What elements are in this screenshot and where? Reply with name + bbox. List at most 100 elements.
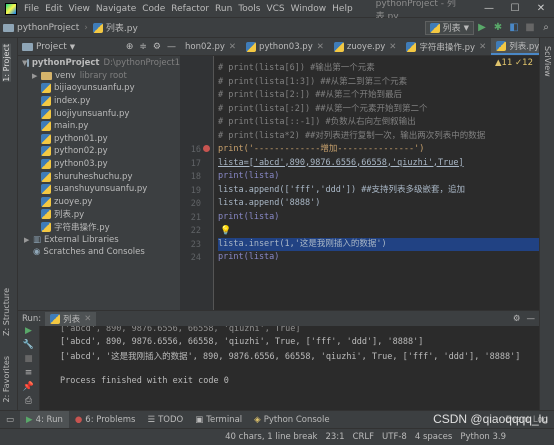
menu-tools[interactable]: Tools <box>235 4 263 14</box>
gear-icon[interactable]: ⚙ <box>153 42 161 52</box>
chevron-down-icon[interactable]: ▼ <box>70 43 75 51</box>
pin-icon[interactable]: 📌 <box>18 382 39 396</box>
tree-item-file[interactable]: python02.py <box>22 145 180 158</box>
console-output[interactable]: ['abcd', 890, 9876.6556, 66558, 'qiuzhi'… <box>42 326 539 410</box>
project-tool-tab[interactable]: 1: Project <box>2 44 11 82</box>
run-icon[interactable]: ▶ <box>474 22 490 33</box>
line-number: 20 <box>190 199 201 209</box>
tree-root[interactable]: ▼ pythonProject D:\pythonProject1 <box>22 57 180 70</box>
console-line: ['abcd', '这是我刚插入的数据', 890, 9876.6556, 66… <box>60 352 521 362</box>
terminal-icon: ▣ <box>195 414 204 425</box>
tab-python-console[interactable]: ◈ Python Console <box>248 415 335 425</box>
tree-item-file[interactable]: suanshuyunsuanfu.py <box>22 183 180 196</box>
code-line: lista.insert(1,'这是我刚插入的数据') <box>218 237 539 251</box>
menu-window[interactable]: Window <box>288 4 330 14</box>
tree-item-label: shuruheshuchu.py <box>54 171 133 182</box>
code-editor[interactable]: ▲11 ✓12 # print(lista[6]) #输出第一个元素 # pri… <box>214 56 539 310</box>
run-panel: Run: 列表 ✕ ⚙ — ▶ 🔧 ■ ≡ 📌 ⎙ ['abcd', 890, 9… <box>18 310 539 411</box>
tab-python02[interactable]: hon02.py ✕ <box>180 38 241 55</box>
menu-view[interactable]: View <box>66 4 93 14</box>
breadcrumb-file[interactable]: 列表.py <box>90 21 141 34</box>
line-number: 19 <box>190 185 201 196</box>
close-icon[interactable]: ✕ <box>84 314 91 324</box>
lightbulb-icon[interactable]: 💡 <box>220 226 231 236</box>
menu-file[interactable]: File <box>21 4 42 14</box>
tab-python03[interactable]: python03.py ✕ <box>241 38 329 55</box>
wrench-icon[interactable]: 🔧 <box>18 340 39 354</box>
menu-navigate[interactable]: Navigate <box>93 4 139 14</box>
coverage-icon[interactable]: ◧ <box>506 22 522 33</box>
tree-item-file[interactable]: index.py <box>22 95 180 108</box>
menu-run[interactable]: Run <box>212 4 235 14</box>
tree-item-file[interactable]: main.py <box>22 120 180 133</box>
tree-item-external-libraries[interactable]: ▶ ▥ External Libraries <box>22 233 180 246</box>
run-configuration-select[interactable]: 列表 ▼ <box>424 20 474 35</box>
menu-refactor[interactable]: Refactor <box>168 4 212 14</box>
tree-item-label: bijiaoyunsuanfu.py <box>54 83 135 94</box>
close-icon[interactable]: ✕ <box>389 42 396 52</box>
status-line-separator[interactable]: CRLF <box>349 432 378 442</box>
status-caret-position[interactable]: 23:1 <box>321 432 348 442</box>
watermark: CSDN @qiaoqqqq_lu <box>433 412 548 426</box>
tab-todo[interactable]: ☰ TODO <box>141 415 189 425</box>
tree-item-file[interactable]: bijiaoyunsuanfu.py <box>22 82 180 95</box>
breakpoint-icon[interactable] <box>203 145 210 152</box>
close-icon[interactable]: ✕ <box>229 42 236 52</box>
tree-item-file[interactable]: 列表.py <box>22 208 180 221</box>
search-icon[interactable]: ⌕ <box>538 22 554 33</box>
stop-icon[interactable]: ■ <box>522 22 538 33</box>
tree-item-scratches[interactable]: ◉ Scratches and Consoles <box>22 246 180 259</box>
tree-item-file[interactable]: 字符串操作.py <box>22 221 180 234</box>
menu-vcs[interactable]: VCS <box>263 4 287 14</box>
close-icon[interactable]: ✕ <box>479 42 486 52</box>
status-interpreter[interactable]: Python 3.9 <box>456 432 510 442</box>
code-line: lista.append(['fff','ddd']) ##支持列表多级嵌套，追… <box>218 184 466 195</box>
print-icon[interactable]: ⎙ <box>18 396 39 410</box>
tab-string-ops[interactable]: 字符串操作.py ✕ <box>401 38 491 55</box>
square-icon[interactable]: ▭ <box>0 415 20 425</box>
sciview-tool-tab[interactable]: SciView <box>543 46 552 77</box>
gear-icon[interactable]: ⚙ <box>513 314 521 324</box>
tree-item-file[interactable]: luojiyunsuanfu.py <box>22 107 180 120</box>
tab-problems[interactable]: ● 6: Problems <box>69 415 142 425</box>
tree-item-file[interactable]: shuruheshuchu.py <box>22 170 180 183</box>
tree-item-file[interactable]: python03.py <box>22 158 180 171</box>
python-file-icon <box>429 22 440 33</box>
minimize-button[interactable]: — <box>476 3 502 14</box>
python-file-icon <box>41 209 51 220</box>
line-number: 16 <box>190 145 201 155</box>
tree-item-venv[interactable]: ▶ venv library root <box>22 70 180 83</box>
collapse-icon[interactable]: ≑ <box>139 42 147 52</box>
close-icon[interactable]: ✕ <box>317 42 324 52</box>
python-file-icon <box>41 121 51 132</box>
menu-code[interactable]: Code <box>139 4 168 14</box>
close-window-button[interactable]: ✕ <box>528 3 554 14</box>
tree-item-file[interactable]: zuoye.py <box>22 196 180 209</box>
hide-icon[interactable]: — <box>167 42 176 52</box>
breadcrumb-project[interactable]: pythonProject <box>0 23 82 33</box>
code-line: # print(lista[:2]) ##从第一个元素开始到第二个 <box>218 103 428 114</box>
locate-icon[interactable]: ⊕ <box>126 42 134 52</box>
tab-terminal[interactable]: ▣ Terminal <box>189 415 248 425</box>
structure-tool-tab[interactable]: Z: Structure <box>2 288 11 336</box>
maximize-button[interactable]: ☐ <box>502 3 528 14</box>
stop-icon[interactable]: ■ <box>18 354 39 368</box>
menu-edit[interactable]: Edit <box>42 4 65 14</box>
tab-label: python03.py <box>259 41 313 52</box>
menu-help[interactable]: Help <box>329 4 356 14</box>
status-encoding[interactable]: UTF-8 <box>378 432 411 442</box>
debug-icon[interactable]: ✱ <box>490 22 506 33</box>
run-tab[interactable]: 列表 ✕ <box>45 311 97 326</box>
status-indent[interactable]: 4 spaces <box>411 432 456 442</box>
tab-list[interactable]: 列表.py✕ <box>491 38 539 55</box>
line-number: 24 <box>190 253 201 263</box>
layout-icon[interactable]: ≡ <box>18 368 39 382</box>
tab-zuoye[interactable]: zuoye.py ✕ <box>329 38 402 55</box>
tab-run[interactable]: ▶ 4: Run <box>20 410 69 429</box>
favorites-tool-tab[interactable]: 2: Favorites <box>2 356 11 402</box>
rerun-icon[interactable]: ▶ <box>18 326 39 340</box>
project-panel-title[interactable]: Project <box>36 42 67 52</box>
tree-item-file[interactable]: python01.py <box>22 133 180 146</box>
hide-icon[interactable]: — <box>527 314 536 324</box>
